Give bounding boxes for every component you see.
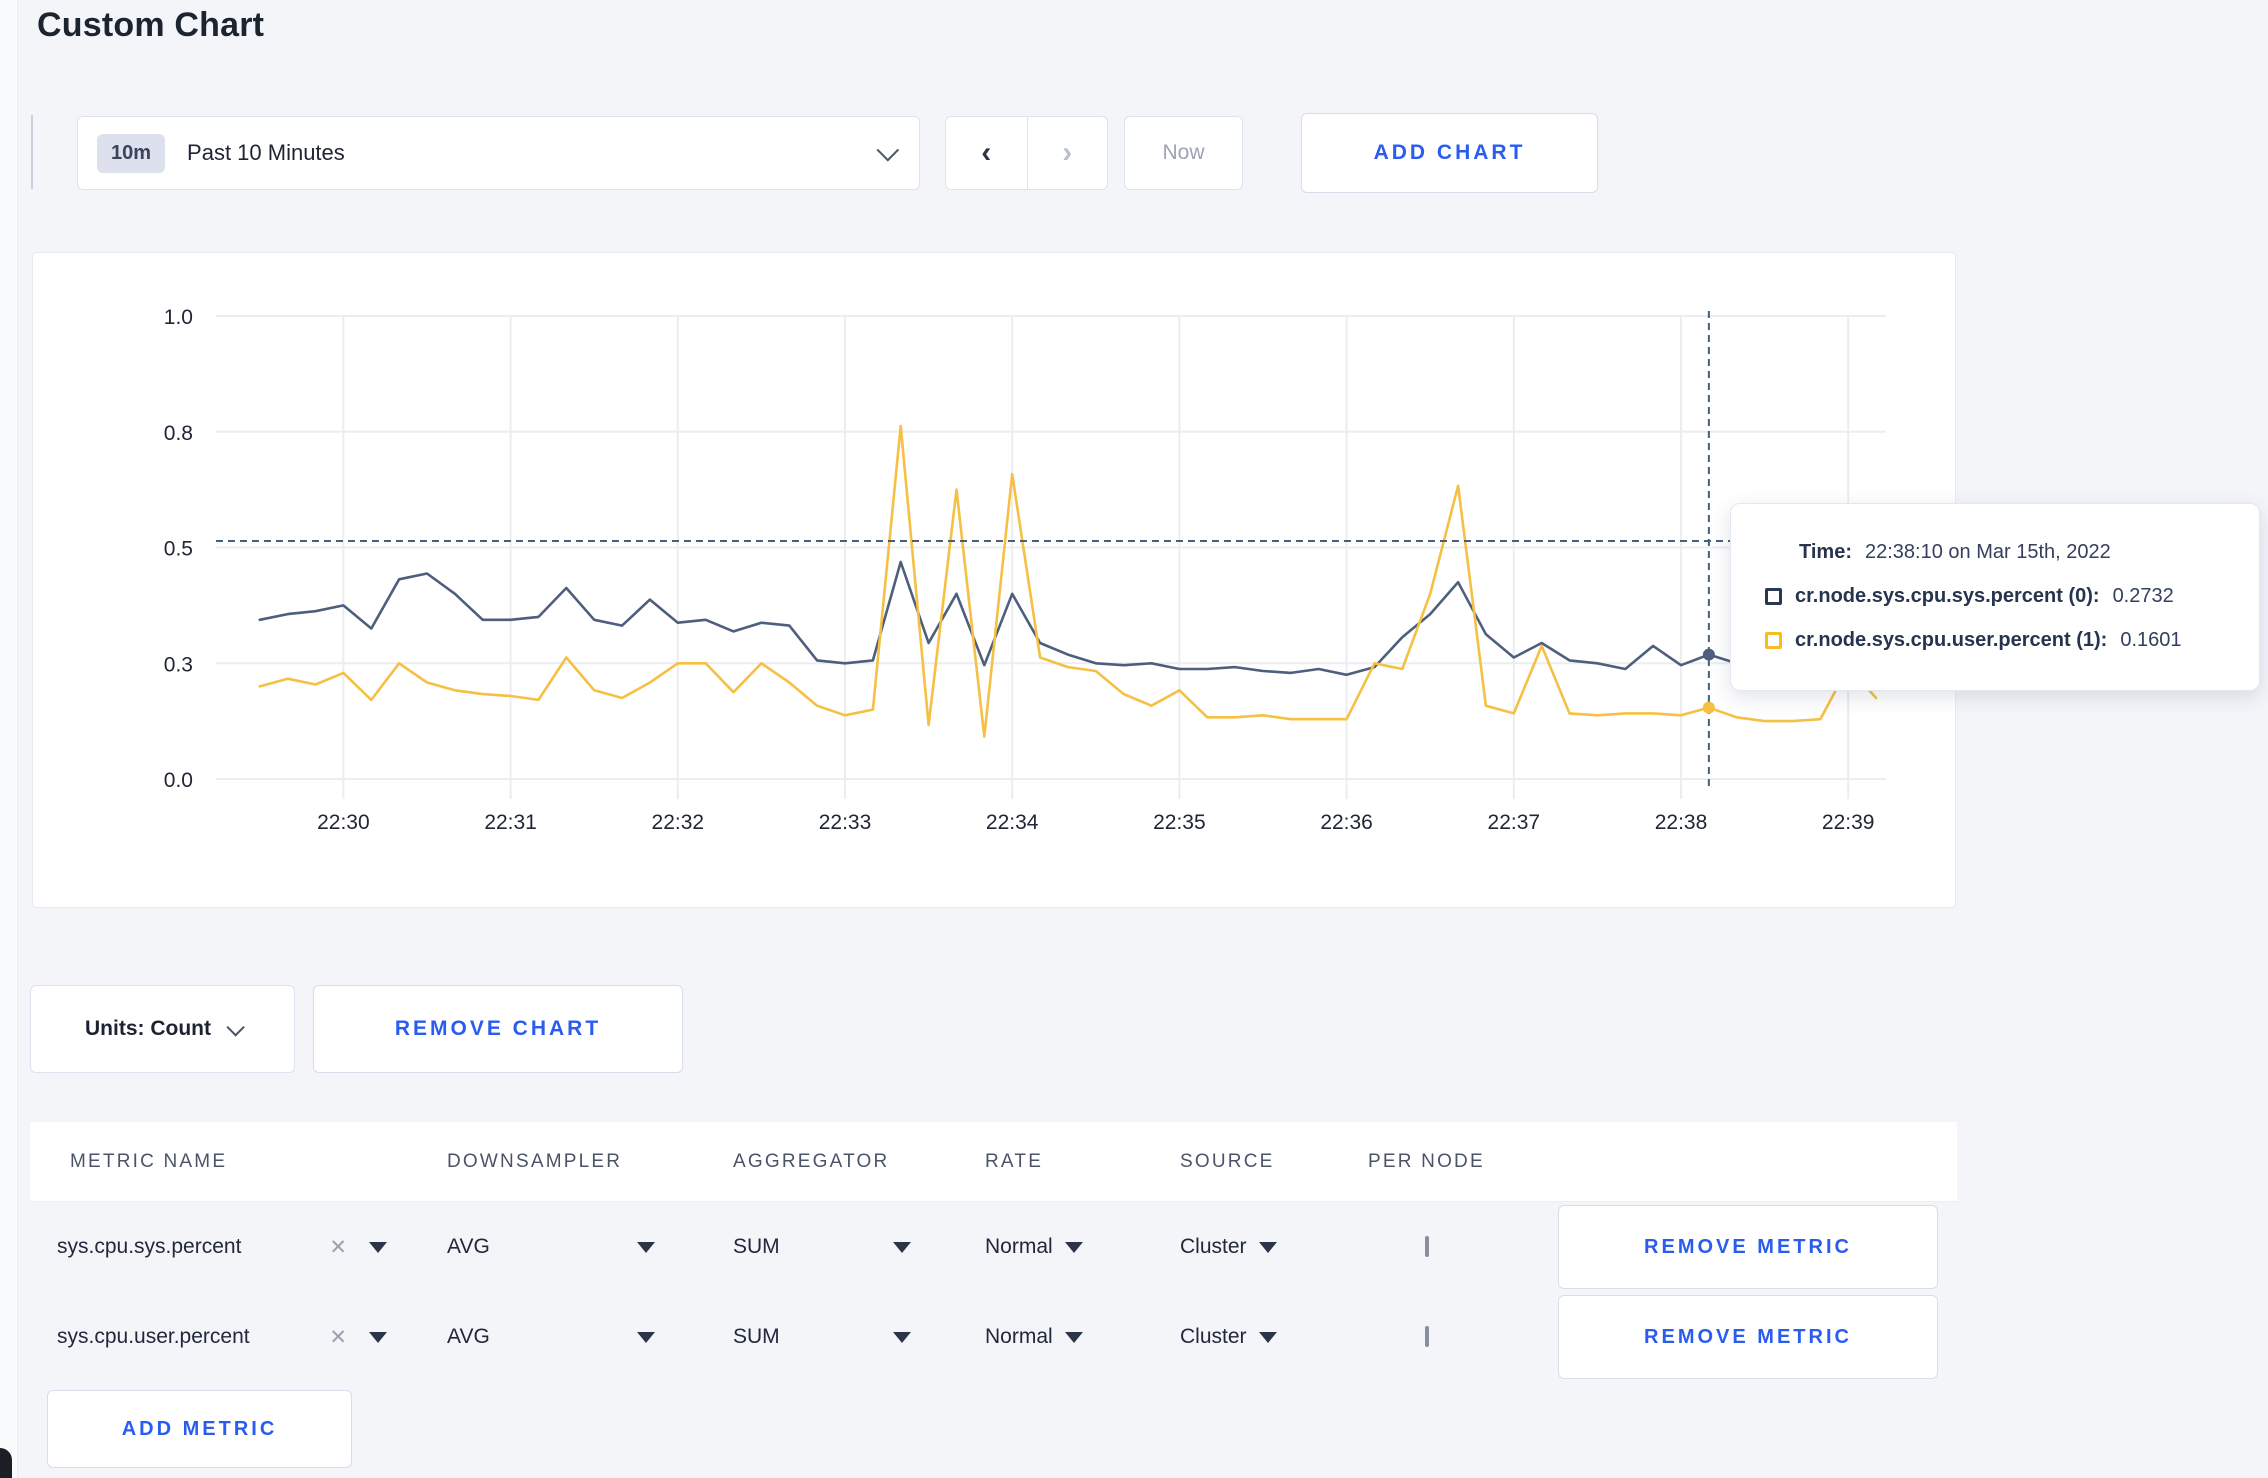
series-swatch-icon bbox=[1765, 587, 1782, 605]
tooltip-series-value: 0.2732 bbox=[2112, 584, 2174, 607]
tooltip-series-value: 0.1601 bbox=[2120, 628, 2182, 651]
column-header-per-node: PER NODE bbox=[1368, 1150, 1485, 1172]
series-line-1 bbox=[258, 424, 1878, 738]
metrics-table: METRIC NAME DOWNSAMPLER AGGREGATOR RATE … bbox=[30, 1122, 1957, 1382]
source-select[interactable]: Cluster bbox=[1180, 1235, 1348, 1259]
dropdown-arrow-icon bbox=[1258, 1241, 1277, 1253]
chevron-down-icon bbox=[226, 1017, 245, 1037]
dropdown-arrow-icon bbox=[893, 1331, 911, 1343]
time-range-label: Past 10 Minutes bbox=[187, 140, 345, 165]
dropdown-arrow-icon[interactable] bbox=[369, 1331, 387, 1343]
column-header-rate: RATE bbox=[985, 1150, 1044, 1172]
dropdown-arrow-icon bbox=[1258, 1331, 1277, 1343]
column-header-aggregator: AGGREGATOR bbox=[733, 1150, 890, 1172]
source-value: Cluster bbox=[1180, 1325, 1247, 1348]
metric-name-value: sys.cpu.sys.percent bbox=[57, 1235, 242, 1258]
source-select[interactable]: Cluster bbox=[1180, 1325, 1348, 1349]
dropdown-arrow-icon bbox=[637, 1331, 655, 1343]
metric-name-select[interactable]: sys.cpu.sys.percent ✕ bbox=[57, 1235, 387, 1260]
x-axis-label: 22:31 bbox=[484, 811, 537, 834]
x-axis-label: 22:35 bbox=[1153, 811, 1206, 834]
remove-metric-button[interactable]: REMOVE METRIC bbox=[1558, 1295, 1938, 1379]
toolbar-divider bbox=[31, 115, 33, 189]
series-swatch-icon bbox=[1765, 631, 1782, 649]
dropdown-arrow-icon[interactable] bbox=[369, 1241, 387, 1253]
chevron-down-icon bbox=[876, 138, 900, 162]
now-button[interactable]: Now bbox=[1124, 116, 1243, 190]
chart-canvas[interactable]: 22:30 22:31 22:32 22:33 22:34 22:35 22:36 22:37… bbox=[33, 253, 1957, 909]
chart-tooltip: Time: 22:38:10 on Mar 15th, 2022 cr.node… bbox=[1730, 503, 2260, 691]
rate-value: Normal bbox=[985, 1235, 1053, 1258]
x-axis-label: 22:34 bbox=[986, 811, 1039, 834]
clear-metric-icon[interactable]: ✕ bbox=[329, 1325, 347, 1350]
metric-name-value: sys.cpu.user.percent bbox=[57, 1325, 250, 1348]
tooltip-series-label: cr.node.sys.cpu.user.percent (1): bbox=[1795, 628, 2108, 651]
downsampler-select[interactable]: AVG bbox=[447, 1325, 655, 1349]
aggregator-select[interactable]: SUM bbox=[733, 1235, 911, 1259]
tooltip-time-value: 22:38:10 on Mar 15th, 2022 bbox=[1864, 540, 2111, 563]
x-axis-label: 22:33 bbox=[819, 811, 872, 834]
left-gutter bbox=[0, 0, 18, 1478]
time-range-badge: 10m bbox=[97, 133, 166, 173]
downsampler-select[interactable]: AVG bbox=[447, 1235, 655, 1259]
y-axis-label: 0.8 bbox=[164, 422, 193, 445]
add-metric-button[interactable]: ADD METRIC bbox=[47, 1390, 352, 1468]
units-label: Units: Count bbox=[85, 1017, 211, 1040]
remove-metric-button[interactable]: REMOVE METRIC bbox=[1558, 1205, 1938, 1289]
time-range-dropdown[interactable]: 10m Past 10 Minutes bbox=[77, 116, 920, 190]
y-axis-label: 0.5 bbox=[164, 538, 193, 561]
rate-select[interactable]: Normal bbox=[985, 1325, 1180, 1349]
series-line-0 bbox=[258, 560, 1878, 677]
downsampler-value: AVG bbox=[447, 1325, 490, 1348]
tooltip-time-label: Time: bbox=[1799, 540, 1852, 563]
prev-range-button[interactable]: ‹ bbox=[946, 117, 1027, 189]
chart-card[interactable]: 22:30 22:31 22:32 22:33 22:34 22:35 22:36 22:37… bbox=[32, 252, 1956, 908]
column-header-downsampler: DOWNSAMPLER bbox=[447, 1150, 623, 1172]
hover-dot-1 bbox=[1702, 701, 1715, 714]
chevron-left-icon: ‹ bbox=[981, 136, 992, 169]
column-header-metric-name: METRIC NAME bbox=[70, 1150, 228, 1172]
metric-name-select[interactable]: sys.cpu.user.percent ✕ bbox=[57, 1325, 387, 1350]
tooltip-series-label: cr.node.sys.cpu.sys.percent (0): bbox=[1795, 584, 2100, 607]
aggregator-value: SUM bbox=[733, 1235, 780, 1258]
y-axis-label: 0.3 bbox=[164, 653, 193, 676]
per-node-checkbox[interactable] bbox=[1425, 1326, 1429, 1347]
column-header-source: SOURCE bbox=[1180, 1150, 1275, 1172]
x-axis-label: 22:32 bbox=[652, 811, 705, 834]
hover-dot-0 bbox=[1702, 648, 1715, 661]
source-value: Cluster bbox=[1180, 1235, 1247, 1258]
aggregator-value: SUM bbox=[733, 1325, 780, 1348]
rate-select[interactable]: Normal bbox=[985, 1235, 1180, 1259]
y-axis-label: 1.0 bbox=[164, 306, 193, 329]
page-title: Custom Chart bbox=[37, 6, 265, 44]
downsampler-value: AVG bbox=[447, 1235, 490, 1258]
x-axis-label: 22:37 bbox=[1488, 811, 1541, 834]
y-axis-label: 0.0 bbox=[164, 769, 193, 792]
x-axis-label: 22:36 bbox=[1320, 811, 1373, 834]
metric-row: sys.cpu.user.percent ✕ AVG SUM Normal Cl… bbox=[30, 1292, 1957, 1382]
dropdown-arrow-icon bbox=[893, 1241, 911, 1253]
dropdown-arrow-icon bbox=[637, 1241, 655, 1253]
metrics-table-header: METRIC NAME DOWNSAMPLER AGGREGATOR RATE … bbox=[30, 1122, 1957, 1202]
x-axis-label: 22:30 bbox=[317, 811, 370, 834]
dropdown-arrow-icon bbox=[1064, 1241, 1083, 1253]
time-range-arrows: ‹ › bbox=[945, 116, 1108, 190]
units-dropdown[interactable]: Units: Count bbox=[30, 985, 295, 1073]
add-chart-button[interactable]: ADD CHART bbox=[1301, 113, 1598, 193]
remove-chart-button[interactable]: REMOVE CHART bbox=[313, 985, 683, 1073]
x-axis-label: 22:38 bbox=[1655, 811, 1708, 834]
dropdown-arrow-icon bbox=[1064, 1331, 1083, 1343]
rate-value: Normal bbox=[985, 1325, 1053, 1348]
metric-row: sys.cpu.sys.percent ✕ AVG SUM Normal Clu… bbox=[30, 1202, 1957, 1292]
x-axis-label: 22:39 bbox=[1822, 811, 1875, 834]
chevron-right-icon: › bbox=[1062, 136, 1073, 169]
next-range-button[interactable]: › bbox=[1026, 117, 1108, 189]
per-node-checkbox[interactable] bbox=[1425, 1236, 1429, 1257]
aggregator-select[interactable]: SUM bbox=[733, 1325, 911, 1349]
clear-metric-icon[interactable]: ✕ bbox=[329, 1235, 347, 1260]
